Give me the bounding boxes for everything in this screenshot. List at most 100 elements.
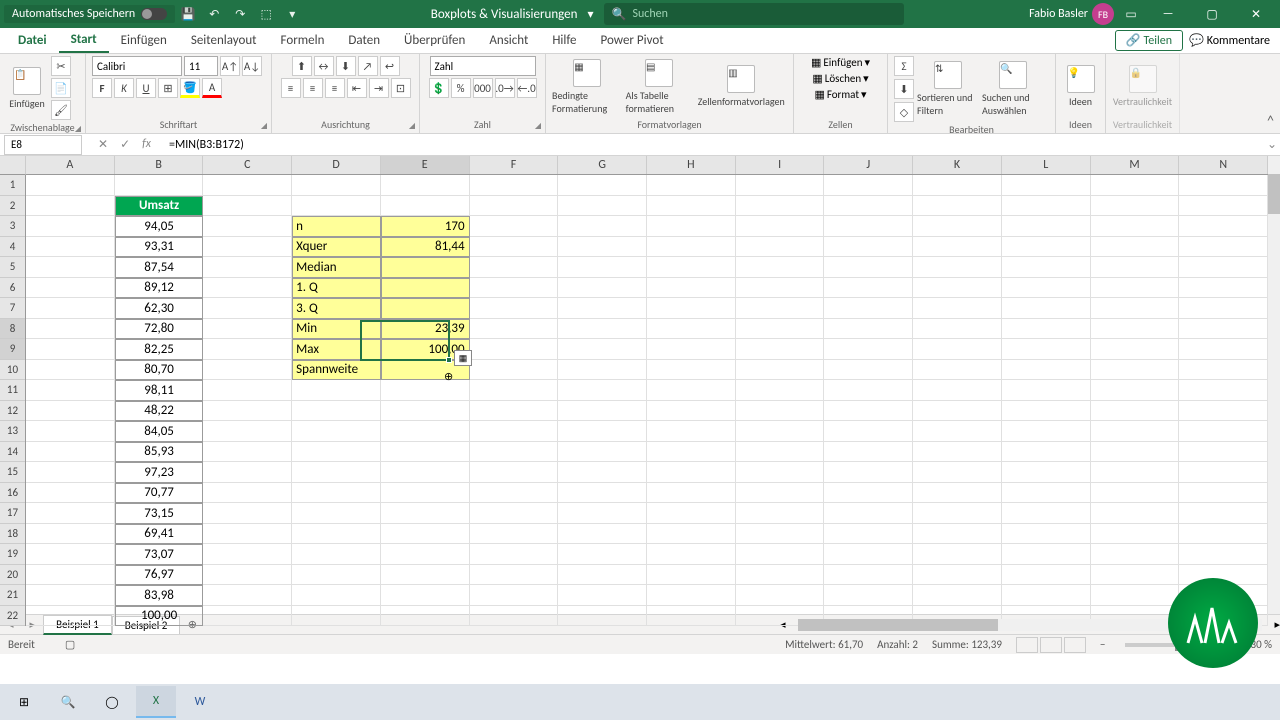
cell[interactable] xyxy=(26,565,115,586)
cell[interactable] xyxy=(292,401,381,422)
cell[interactable] xyxy=(647,196,736,217)
cell[interactable] xyxy=(1002,524,1091,545)
cell[interactable]: 83,98 xyxy=(115,585,204,606)
taskbar-word-icon[interactable]: W xyxy=(180,686,220,718)
cell[interactable] xyxy=(26,585,115,606)
col-header-k[interactable]: K xyxy=(913,156,1002,174)
cell[interactable] xyxy=(26,298,115,319)
col-header-i[interactable]: I xyxy=(736,156,825,174)
cell[interactable] xyxy=(381,565,470,586)
cell[interactable] xyxy=(736,565,825,586)
cell[interactable]: Min xyxy=(292,319,381,340)
view-pagebreak-icon[interactable] xyxy=(1064,637,1086,653)
cell[interactable] xyxy=(1179,401,1268,422)
cell[interactable] xyxy=(647,216,736,237)
spreadsheet-grid[interactable]: A B C D E F G H I J K L M N 123456789101… xyxy=(0,156,1280,614)
cell[interactable]: 69,41 xyxy=(115,524,204,545)
cell[interactable] xyxy=(203,380,292,401)
cell[interactable] xyxy=(292,196,381,217)
cell[interactable] xyxy=(1179,298,1268,319)
sort-filter-button[interactable]: ⇅Sortieren und Filtern xyxy=(917,61,979,117)
cell[interactable] xyxy=(558,278,647,299)
cell[interactable] xyxy=(26,216,115,237)
cell[interactable] xyxy=(26,257,115,278)
cell[interactable] xyxy=(647,380,736,401)
cell[interactable] xyxy=(1002,503,1091,524)
row-header-10[interactable]: 10 xyxy=(0,360,25,381)
cell[interactable] xyxy=(647,339,736,360)
zoom-out-icon[interactable]: − xyxy=(1100,638,1105,651)
align-center-icon[interactable]: ≡ xyxy=(303,78,323,98)
cell[interactable] xyxy=(381,585,470,606)
cell[interactable] xyxy=(1002,339,1091,360)
fill-color-button[interactable]: 🪣 xyxy=(180,78,200,98)
cell[interactable] xyxy=(470,216,559,237)
view-normal-icon[interactable] xyxy=(1016,637,1038,653)
cell[interactable] xyxy=(26,401,115,422)
cell[interactable]: 94,05 xyxy=(115,216,204,237)
cell[interactable] xyxy=(1002,565,1091,586)
cell[interactable] xyxy=(1091,503,1180,524)
row-header-4[interactable]: 4 xyxy=(0,237,25,258)
cell[interactable] xyxy=(381,462,470,483)
cell[interactable] xyxy=(1179,216,1268,237)
cell[interactable] xyxy=(381,606,470,627)
cell[interactable] xyxy=(1179,462,1268,483)
cell[interactable] xyxy=(470,544,559,565)
cell[interactable] xyxy=(558,237,647,258)
cell[interactable]: 100,00 xyxy=(115,606,204,627)
cell[interactable] xyxy=(824,196,913,217)
record-macro-icon[interactable]: ▢ xyxy=(65,638,75,651)
col-header-b[interactable]: B xyxy=(115,156,204,174)
row-header-19[interactable]: 19 xyxy=(0,544,25,565)
ribbon-mode-icon[interactable]: ▭ xyxy=(1120,3,1142,25)
cell[interactable] xyxy=(824,175,913,196)
cell[interactable] xyxy=(1091,442,1180,463)
cell[interactable] xyxy=(558,401,647,422)
close-button[interactable]: ✕ xyxy=(1236,0,1276,28)
hscroll-right-icon[interactable]: ▸ xyxy=(1274,618,1280,631)
cell[interactable] xyxy=(26,360,115,381)
cell[interactable] xyxy=(1002,257,1091,278)
cell[interactable] xyxy=(381,298,470,319)
cell[interactable] xyxy=(1002,380,1091,401)
taskbar-search-icon[interactable]: 🔍 xyxy=(48,686,88,718)
paste-button[interactable]: 📋Einfügen xyxy=(6,67,48,110)
cell[interactable] xyxy=(292,524,381,545)
cell[interactable] xyxy=(292,483,381,504)
cell[interactable] xyxy=(558,462,647,483)
currency-icon[interactable]: 💲 xyxy=(429,78,449,98)
orientation-icon[interactable]: ↗ xyxy=(358,56,378,76)
cell[interactable] xyxy=(558,360,647,381)
shrink-font-icon[interactable]: A↓ xyxy=(242,56,262,76)
number-format-select[interactable]: Zahl xyxy=(430,56,536,76)
cell[interactable] xyxy=(470,483,559,504)
wrap-text-icon[interactable]: ↩ xyxy=(380,56,400,76)
cell[interactable] xyxy=(203,360,292,381)
copy-icon[interactable]: 📄 xyxy=(51,78,71,98)
cell[interactable] xyxy=(824,421,913,442)
cell[interactable] xyxy=(647,257,736,278)
cell[interactable] xyxy=(913,298,1002,319)
cell[interactable] xyxy=(913,175,1002,196)
cell[interactable] xyxy=(292,442,381,463)
cell[interactable] xyxy=(913,503,1002,524)
cell[interactable] xyxy=(913,483,1002,504)
cell[interactable]: Xquer xyxy=(292,237,381,258)
clear-icon[interactable]: ◇ xyxy=(894,102,914,122)
cell[interactable] xyxy=(470,421,559,442)
col-header-e[interactable]: E xyxy=(381,156,470,174)
cell[interactable] xyxy=(26,339,115,360)
cell[interactable] xyxy=(1179,196,1268,217)
cell[interactable] xyxy=(203,462,292,483)
cell[interactable] xyxy=(736,462,825,483)
autofill-options-icon[interactable]: ▦ xyxy=(454,350,472,366)
cell[interactable] xyxy=(647,544,736,565)
row-header-15[interactable]: 15 xyxy=(0,462,25,483)
tab-ueberpruefen[interactable]: Überprüfen xyxy=(392,28,477,53)
cell[interactable] xyxy=(1179,175,1268,196)
cell[interactable] xyxy=(913,585,1002,606)
cell[interactable] xyxy=(647,585,736,606)
row-header-12[interactable]: 12 xyxy=(0,401,25,422)
cell[interactable] xyxy=(470,175,559,196)
